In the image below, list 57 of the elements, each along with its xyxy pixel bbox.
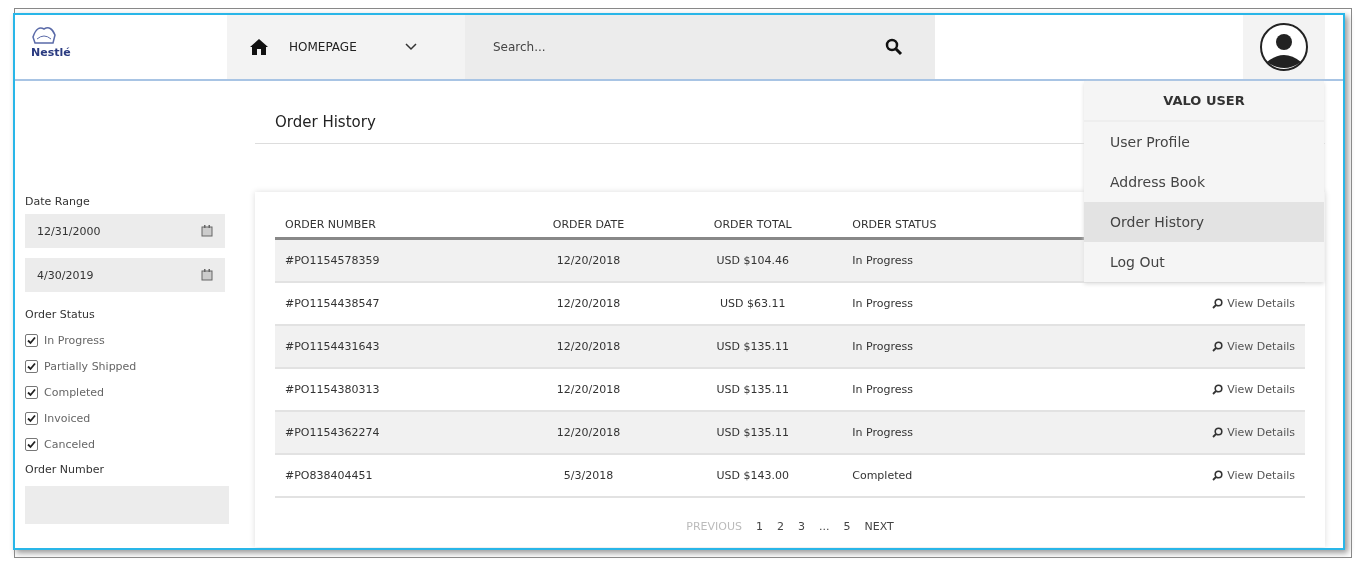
search-icon — [885, 38, 903, 56]
calendar-icon — [201, 269, 213, 281]
date-range-label: Date Range — [25, 195, 91, 208]
menu-item[interactable]: Address Book — [1084, 162, 1324, 202]
pagination-link[interactable]: 5 — [843, 520, 851, 533]
checkbox[interactable] — [25, 437, 38, 451]
table-cell: USD $104.46 — [663, 240, 843, 283]
view-details-link[interactable]: View Details — [1212, 469, 1295, 482]
search-icon — [1212, 298, 1224, 309]
pagination-link[interactable]: 1 — [755, 520, 763, 533]
table-cell: #PO1154578359 — [275, 240, 514, 283]
order-number-label: Order Number — [25, 463, 105, 476]
menu-item[interactable]: Log Out — [1084, 242, 1324, 282]
pagination-link[interactable]: ... — [818, 520, 830, 533]
view-details-link[interactable]: View Details — [1212, 297, 1295, 310]
search-button[interactable] — [885, 15, 935, 79]
user-name: VALO USER — [1084, 81, 1324, 122]
search-field[interactable]: Search... — [465, 15, 885, 79]
search-icon — [1212, 427, 1224, 438]
search-icon — [1212, 384, 1224, 395]
home-icon — [249, 38, 269, 56]
status-checkbox[interactable]: Completed — [25, 379, 225, 405]
chevron-icon — [404, 43, 417, 51]
search-icon — [1212, 341, 1224, 352]
date-field[interactable]: 12/31/2000 — [25, 214, 225, 248]
status-checkbox[interactable]: Partially Shipped — [25, 353, 225, 379]
calendar-icon — [201, 225, 213, 237]
pagination-link[interactable]: 3 — [797, 520, 805, 533]
table-cell: In Progress — [842, 326, 1007, 369]
table-cell: 12/20/2018 — [513, 326, 664, 369]
table-cell: #PO1154362274 — [275, 412, 514, 455]
order-status-label: Order Status — [25, 308, 96, 321]
table-cell: USD $135.11 — [663, 326, 843, 369]
user-avatar-icon[interactable] — [1259, 22, 1309, 72]
table-cell: In Progress — [842, 240, 1007, 283]
checkbox[interactable] — [25, 333, 38, 347]
search-icon — [1212, 470, 1224, 481]
pagination-link[interactable]: 2 — [776, 520, 784, 533]
checkbox[interactable] — [25, 411, 38, 425]
view-details-link[interactable]: View Details — [1212, 383, 1295, 396]
status-checkbox[interactable]: Invoiced — [25, 405, 225, 431]
status-checkbox[interactable]: Canceled — [25, 431, 225, 457]
homepage-nav[interactable]: HOMEPAGE — [227, 15, 465, 79]
table-cell: 12/20/2018 — [513, 412, 664, 455]
table-cell: In Progress — [842, 412, 1007, 455]
date-field[interactable]: 4/30/2019 — [25, 258, 225, 292]
table-cell: #PO1154431643 — [275, 326, 514, 369]
pagination-link[interactable]: NEXT — [864, 520, 894, 533]
table-cell: USD $135.11 — [663, 412, 843, 455]
logo-text: Nestlé — [31, 46, 72, 59]
checkbox[interactable] — [25, 385, 38, 399]
menu-item[interactable]: Order History — [1084, 202, 1324, 242]
view-details-link[interactable]: View Details — [1212, 426, 1295, 439]
view-details-link[interactable]: View Details — [1212, 340, 1295, 353]
status-checkbox[interactable]: In Progress — [25, 327, 225, 353]
table-cell: 12/20/2018 — [513, 240, 664, 283]
checkbox[interactable] — [25, 359, 38, 373]
